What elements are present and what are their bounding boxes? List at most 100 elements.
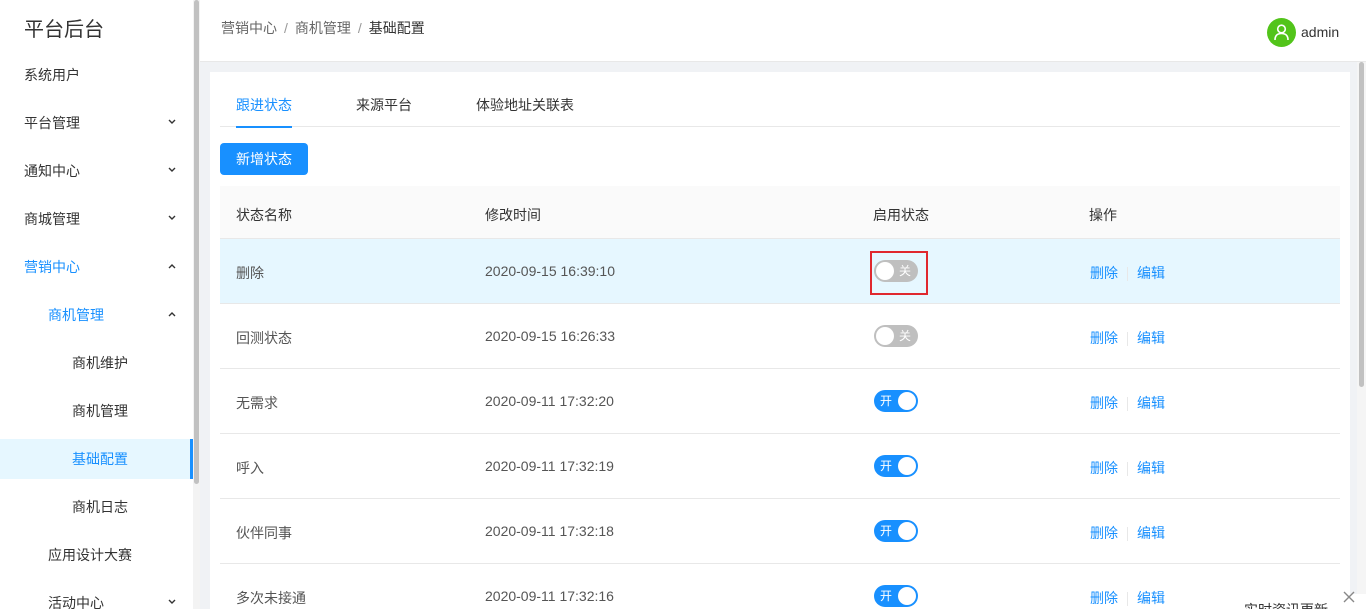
sidebar-item-basic-config[interactable]: 基础配置 [0,439,193,479]
column-header-name: 状态名称 [236,207,292,223]
enable-switch[interactable]: 开 [874,520,918,542]
sidebar-item-label: 商机管理 [72,403,128,419]
edit-link[interactable]: 编辑 [1137,395,1165,411]
sidebar-scrollbar-thumb[interactable] [194,0,199,484]
sidebar-item-activity-center[interactable]: 活动中心 [0,583,193,609]
delete-link[interactable]: 删除 [1090,265,1118,281]
edit-link[interactable]: 编辑 [1137,525,1165,541]
sidebar-item-label: 商机维护 [72,355,128,371]
sidebar-item-marketing-center[interactable]: 营销中心 [0,247,193,287]
switch-knob [876,327,894,345]
switch-knob [898,522,916,540]
chevron-down-icon [168,119,176,126]
tab-bar: 跟进状态 来源平台 体验地址关联表 [220,89,1340,128]
sidebar-item-opportunity-maintenance[interactable]: 商机维护 [0,343,193,383]
table-row: 伙伴同事 2020-09-11 17:32:18 开 删除 编辑 [220,499,1340,564]
switch-knob [898,392,916,410]
delete-link[interactable]: 删除 [1090,395,1118,411]
close-icon[interactable] [1342,590,1356,604]
breadcrumb-item[interactable]: 营销中心 [221,20,277,36]
status-name: 删除 [236,265,264,281]
modified-time: 2020-09-11 17:32:20 [485,393,614,409]
chevron-up-icon [168,263,176,270]
switch-text: 关 [899,329,912,343]
sidebar-item-label: 通知中心 [24,163,80,179]
username[interactable]: admin [1301,24,1339,40]
sidebar-item-platform-management[interactable]: 平台管理 [0,103,193,143]
modified-time: 2020-09-11 17:32:16 [485,588,614,604]
user-icon [1274,24,1289,41]
edit-link[interactable]: 编辑 [1137,590,1165,606]
add-status-button[interactable]: 新增状态 [220,143,308,175]
status-name: 回测状态 [236,330,292,346]
avatar[interactable] [1267,18,1296,47]
sidebar-item-opportunity-management-sub[interactable]: 商机管理 [0,391,193,431]
sidebar-item-app-design-contest[interactable]: 应用设计大赛 [0,535,193,575]
action-divider [1127,397,1128,412]
chevron-down-icon [168,599,176,606]
sidebar-item-label: 商城管理 [24,211,80,227]
switch-text: 开 [880,589,893,603]
row-actions: 删除 编辑 [1090,393,1165,413]
sidebar-item-opportunity-management[interactable]: 商机管理 [0,295,193,335]
action-divider [1127,527,1128,542]
action-divider [1127,267,1128,282]
delete-link[interactable]: 删除 [1090,330,1118,346]
sidebar-item-label: 应用设计大赛 [48,547,132,563]
breadcrumb-separator: / [357,20,362,36]
enable-switch[interactable]: 开 [874,585,918,607]
breadcrumb-separator: / [284,20,288,36]
modified-time: 2020-09-15 16:39:10 [485,263,615,279]
edit-link[interactable]: 编辑 [1137,330,1165,346]
breadcrumb-current: 基础配置 [368,20,425,36]
app-title: 平台后台 [24,19,104,41]
sidebar-scrollbar[interactable] [193,0,200,609]
sidebar-item-label: 商机管理 [48,307,104,323]
tab-experience-address[interactable]: 体验地址关联表 [476,89,574,127]
tab-source-platform[interactable]: 来源平台 [356,89,412,127]
switch-knob [898,587,916,605]
edit-link[interactable]: 编辑 [1137,265,1165,281]
column-header-enabled: 启用状态 [873,207,929,223]
sidebar-item-mall-management[interactable]: 商城管理 [0,199,193,239]
sidebar-item-notification-center[interactable]: 通知中心 [0,151,193,191]
column-header-actions: 操作 [1089,207,1117,223]
breadcrumb: 营销中心 / 商机管理 / 基础配置 [221,18,425,38]
main-scrollbar-thumb[interactable] [1359,62,1364,387]
header: 营销中心 / 商机管理 / 基础配置 admin [200,0,1366,62]
switch-text: 开 [880,524,893,538]
sidebar-item-label: 基础配置 [72,451,128,467]
sidebar-item-label: 活动中心 [48,595,104,609]
delete-link[interactable]: 删除 [1090,590,1118,606]
sidebar-item-opportunity-log[interactable]: 商机日志 [0,487,193,527]
table-row: 删除 2020-09-15 16:39:10 关 删除 编辑 [220,239,1340,304]
status-name: 多次未接通 [236,590,306,606]
sidebar: 平台后台 系统用户 平台管理 通知中心 商城管理 营销中心 商机管理 商机维护 … [0,0,193,609]
status-name: 伙伴同事 [236,525,292,541]
main-scrollbar[interactable] [1357,62,1366,609]
modified-time: 2020-09-11 17:32:18 [485,523,614,539]
row-actions: 删除 编辑 [1090,523,1165,543]
breadcrumb-item[interactable]: 商机管理 [295,20,351,36]
content-card: 跟进状态 来源平台 体验地址关联表 新增状态 状态名称 修改时间 启用状态 操作… [210,72,1350,609]
enable-switch[interactable]: 开 [874,390,918,412]
delete-link[interactable]: 删除 [1090,525,1118,541]
table-row: 无需求 2020-09-11 17:32:20 开 删除 编辑 [220,369,1340,434]
chevron-up-icon [168,311,176,318]
modified-time: 2020-09-15 16:26:33 [485,328,615,344]
table-row: 呼入 2020-09-11 17:32:19 开 删除 编辑 [220,434,1340,499]
modified-time: 2020-09-11 17:32:19 [485,458,614,474]
action-divider [1127,332,1128,347]
row-actions: 删除 编辑 [1090,263,1165,283]
chevron-down-icon [168,167,176,174]
enable-switch[interactable]: 关 [874,325,918,347]
edit-link[interactable]: 编辑 [1137,460,1165,476]
row-actions: 删除 编辑 [1090,588,1165,608]
row-actions: 删除 编辑 [1090,328,1165,348]
enable-switch[interactable]: 开 [874,455,918,477]
chevron-down-icon [168,215,176,222]
switch-text: 开 [880,459,893,473]
delete-link[interactable]: 删除 [1090,460,1118,476]
sidebar-item-system-users[interactable]: 系统用户 [0,55,193,95]
tab-follow-status[interactable]: 跟进状态 [236,89,292,128]
